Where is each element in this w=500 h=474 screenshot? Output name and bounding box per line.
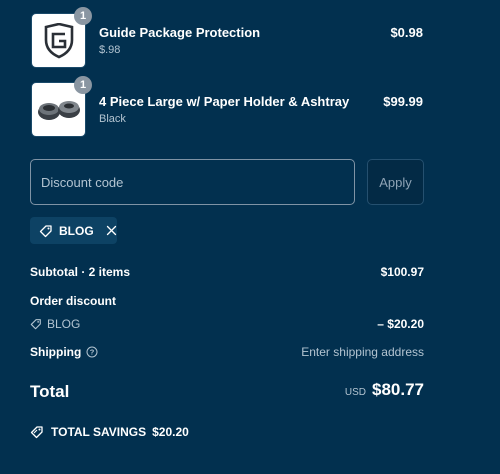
total-label: Total: [30, 382, 70, 401]
close-icon: [106, 225, 116, 236]
discount-value: – $20.20: [377, 317, 424, 331]
apply-button[interactable]: Apply: [367, 159, 424, 205]
discount-chip: BLOG: [30, 217, 117, 244]
item-title: Guide Package Protection: [99, 25, 261, 40]
svg-text:?: ?: [90, 348, 95, 357]
item-price: $0.98: [390, 25, 423, 40]
shipping-row: Shipping ?: [30, 345, 98, 359]
remove-discount-button[interactable]: [106, 225, 117, 236]
quantity-badge: 1: [74, 7, 92, 25]
item-title: 4 Piece Large w/ Paper Holder & Ashtray: [99, 94, 350, 109]
savings-value: $20.20: [152, 425, 189, 439]
total-amount: USD $80.77: [345, 380, 424, 400]
order-discount-label: Order discount: [30, 294, 117, 308]
item-subtitle: $.98: [99, 44, 121, 56]
total-savings: TOTAL SAVINGS $20.20: [30, 425, 189, 439]
subtotal-value: $100.97: [380, 265, 424, 279]
shipping-label: Shipping: [30, 345, 82, 359]
subtotal-label: Subtotal · 2 items: [30, 265, 131, 279]
grinder-product-icon: [37, 100, 80, 120]
discount-code-row: BLOG: [30, 317, 80, 331]
discount-chip-label: BLOG: [59, 223, 94, 238]
quantity-badge: 1: [74, 76, 92, 94]
help-icon[interactable]: ?: [86, 346, 98, 358]
discount-code-input[interactable]: [30, 159, 355, 205]
discount-code-label: BLOG: [47, 317, 81, 331]
savings-tag-icon: [30, 426, 43, 439]
shipping-value: Enter shipping address: [301, 345, 424, 359]
tag-icon: [30, 319, 41, 330]
total-value: $80.77: [372, 380, 424, 399]
tag-icon: [39, 224, 52, 237]
currency-code: USD: [344, 387, 366, 398]
shield-logo-icon: [44, 22, 73, 58]
savings-label: TOTAL SAVINGS: [51, 425, 147, 439]
item-subtitle: Black: [99, 113, 126, 125]
item-price: $99.99: [383, 94, 423, 109]
